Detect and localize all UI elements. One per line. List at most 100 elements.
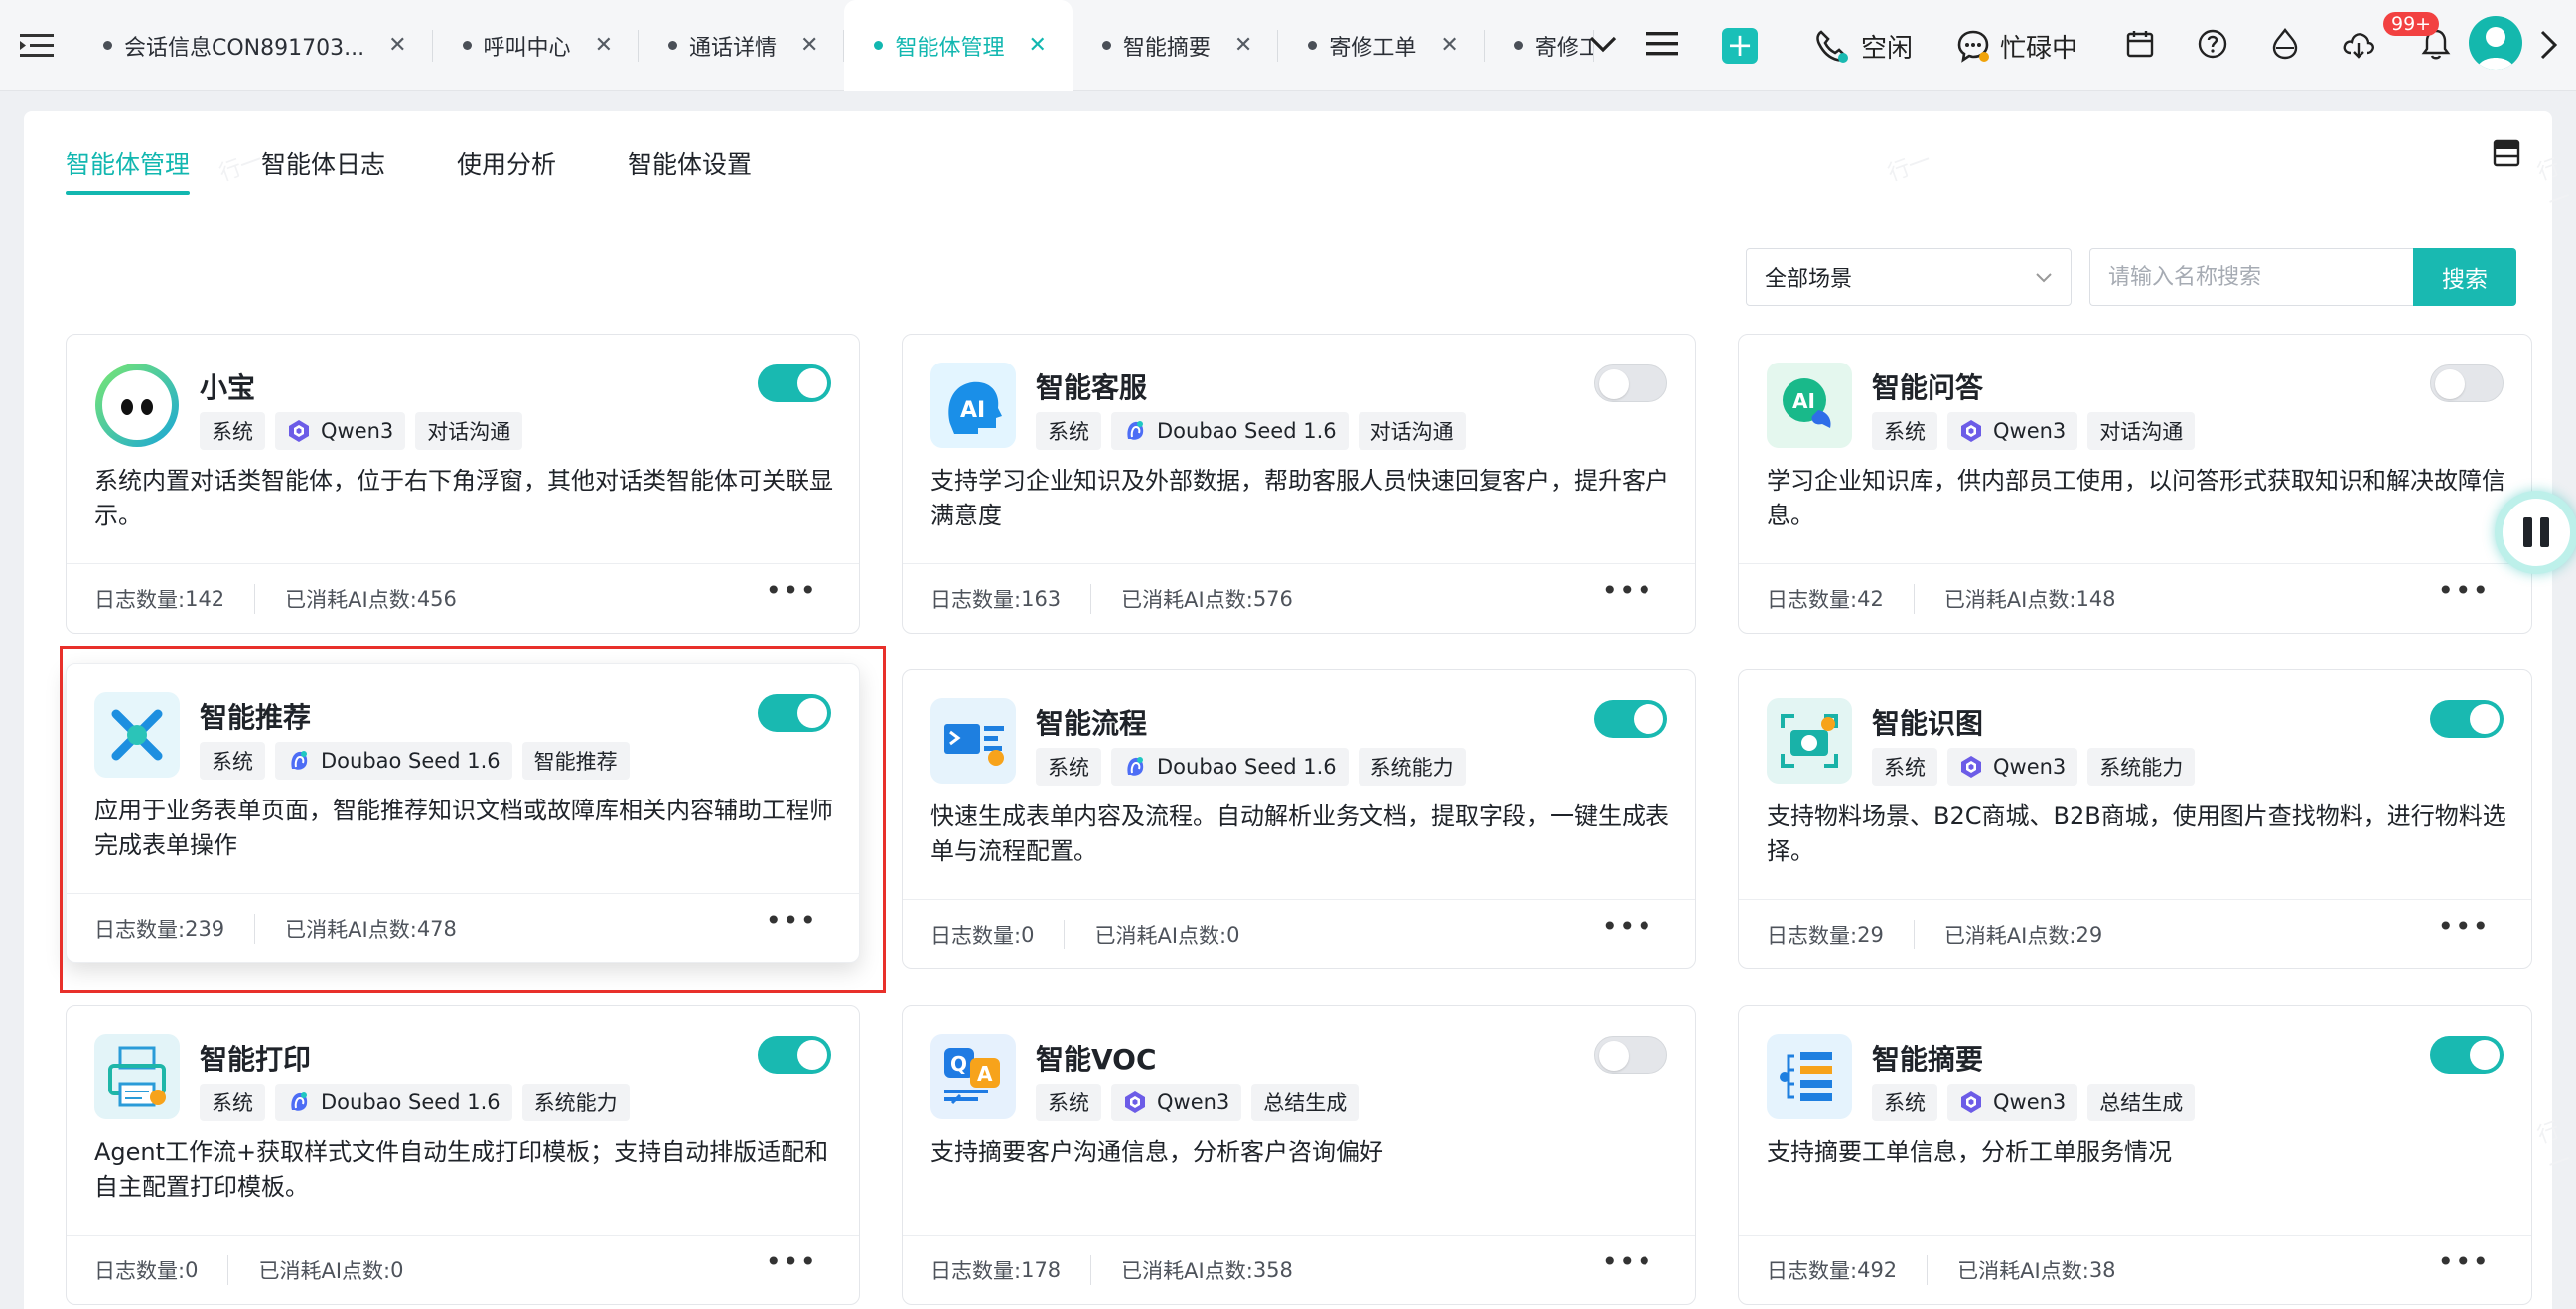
close-icon[interactable]: ✕ — [800, 33, 818, 58]
subtab-usage-analysis[interactable]: 使用分析 — [457, 145, 556, 195]
list-menu-icon[interactable] — [1646, 31, 1678, 61]
more-options-icon[interactable]: ••• — [2437, 910, 2490, 943]
log-count-label: 日志数量: — [1767, 587, 1858, 612]
tab-repair-order-2[interactable]: 寄修工 — [1485, 0, 1594, 91]
name-search-input[interactable] — [2089, 248, 2413, 306]
tag-category: 总结生成 — [2087, 1084, 2196, 1121]
log-count: 0 — [1021, 922, 1035, 946]
skin-theme-icon[interactable] — [2270, 28, 2300, 64]
more-options-icon[interactable]: ••• — [765, 1245, 817, 1278]
top-actions: + 空闲 忙碌中 — [1589, 0, 2451, 91]
enable-toggle[interactable] — [1594, 700, 1667, 738]
tab-conversation-info[interactable]: 会话信息CON891703... ✕ — [73, 0, 433, 91]
divider — [1064, 919, 1066, 949]
agent-card[interactable]: 智能打印 系统 Doubao Seed 1.6 系统能力 Agent工作流+获取样式文件… — [66, 1005, 860, 1305]
card-footer: 日志数量: 42 已消耗AI点数: 148 ••• — [1739, 563, 2531, 633]
close-icon[interactable]: ✕ — [1234, 33, 1252, 58]
tab-dot — [874, 41, 884, 50]
enable-toggle[interactable] — [758, 1036, 831, 1074]
points-label: 已消耗AI点数: — [285, 587, 417, 612]
agent-description: 学习企业知识库，供内部员工使用，以问答形式获取知识和解决故障信息。 — [1767, 467, 2505, 529]
expand-chevron-icon[interactable] — [2538, 28, 2560, 66]
qwen-model-icon — [1959, 1091, 1983, 1114]
tab-label: 呼叫中心 — [483, 35, 571, 61]
tab-repair-order[interactable]: 寄修工单 ✕ — [1278, 0, 1486, 91]
log-count: 178 — [1021, 1257, 1062, 1282]
log-count: 492 — [1857, 1257, 1898, 1282]
enable-toggle[interactable] — [2430, 364, 2504, 402]
scene-select-value: 全部场景 — [1765, 267, 1853, 292]
subtab-agent-settings[interactable]: 智能体设置 — [628, 145, 752, 195]
more-options-icon[interactable]: ••• — [1601, 910, 1653, 943]
agent-card[interactable]: 智能流程 系统 Doubao Seed 1.6 系统能力 快速生成表单内容及流程。自动解… — [902, 669, 1696, 969]
agent-card[interactable]: Q A 智能VOC 系统 Qwen3 总结生成 支持摘要客户沟通信息，分析客户咨询偏好 日志数… — [902, 1005, 1696, 1305]
busy-status-button[interactable]: 忙碌中 — [1956, 28, 2077, 65]
idle-label: 空闲 — [1861, 33, 1914, 64]
enable-toggle[interactable] — [1594, 364, 1667, 402]
enable-toggle[interactable] — [2430, 1036, 2504, 1074]
agent-description: 支持物料场景、B2C商城、B2B商城，使用图片查找物料，进行物料选择。 — [1767, 802, 2506, 865]
model-name: Qwen3 — [1993, 755, 2067, 779]
divider — [1090, 583, 1092, 614]
layout-switch-icon[interactable] — [2493, 139, 2520, 171]
phone-status-icon — [1816, 30, 1848, 63]
agent-tags: 系统 Qwen3 系统能力 — [1872, 748, 2205, 786]
tab-dot — [1308, 41, 1318, 50]
more-options-icon[interactable]: ••• — [2437, 1245, 2490, 1278]
agent-name: 智能流程 — [1036, 707, 1148, 740]
model-name: Qwen3 — [321, 419, 394, 443]
agent-card[interactable]: AI 智能客服 系统 Doubao Seed 1.6 对话沟通 支持学习企业知识及外部数据… — [902, 334, 1696, 634]
log-count-label: 日志数量: — [94, 587, 186, 612]
more-options-icon[interactable]: ••• — [2437, 574, 2490, 607]
enable-toggle[interactable] — [2430, 700, 2504, 738]
enable-toggle[interactable] — [1594, 1036, 1667, 1074]
tag-model: Doubao Seed 1.6 — [275, 1084, 512, 1121]
agent-description: Agent工作流+获取样式文件自动生成打印模板；支持自动排版适配和自主配置打印模… — [94, 1138, 829, 1201]
chevron-down-icon[interactable] — [1589, 35, 1617, 57]
enable-toggle[interactable] — [758, 364, 831, 402]
agent-description: 支持摘要客户沟通信息，分析客户咨询偏好 — [930, 1138, 1383, 1166]
points-label: 已消耗AI点数: — [258, 1258, 391, 1283]
log-count-label: 日志数量: — [1767, 1258, 1858, 1283]
close-icon[interactable]: ✕ — [388, 33, 406, 58]
idle-status-button[interactable]: 空闲 — [1813, 28, 1913, 65]
agent-description: 支持摘要工单信息，分析工单服务情况 — [1767, 1138, 2172, 1166]
calendar-icon[interactable] — [2125, 29, 2155, 63]
agent-card[interactable]: 智能摘要 系统 Qwen3 总结生成 支持摘要工单信息，分析工单服务情况 日志数量: 49… — [1738, 1005, 2532, 1305]
avatar[interactable] — [2469, 16, 2522, 70]
divider — [227, 1254, 229, 1285]
tab-smart-summary[interactable]: 智能摘要 ✕ — [1073, 0, 1279, 91]
floating-pause-button[interactable] — [2495, 491, 2576, 574]
divider — [1913, 919, 1915, 949]
more-options-icon[interactable]: ••• — [1601, 1245, 1653, 1278]
divider — [1913, 583, 1915, 614]
menu-collapse-icon[interactable] — [0, 0, 73, 91]
agent-description: 支持学习企业知识及外部数据，帮助客服人员快速回复客户，提升客户满意度 — [930, 467, 1669, 529]
add-button[interactable]: + — [1722, 28, 1758, 64]
agent-card[interactable]: 小宝 系统 Qwen3 对话沟通 系统内置对话类智能体，位于右下角浮窗，其他对话类智能体… — [66, 334, 860, 634]
agent-name: 智能摘要 — [1872, 1043, 1984, 1076]
log-count: 142 — [185, 586, 225, 611]
close-icon[interactable]: ✕ — [1440, 33, 1458, 58]
tab-label: 智能体管理 — [895, 35, 1005, 61]
agent-card[interactable]: 智能识图 系统 Qwen3 系统能力 支持物料场景、B2C商城、B2B商城，使用图片查找… — [1738, 669, 2532, 969]
search-button[interactable]: 搜索 — [2413, 248, 2516, 306]
close-icon[interactable]: ✕ — [595, 33, 613, 58]
tag-category: 对话沟通 — [415, 412, 523, 450]
subtab-agent-management[interactable]: 智能体管理 — [66, 145, 191, 195]
tab-call-detail[interactable]: 通话详情 ✕ — [639, 0, 845, 91]
help-icon[interactable] — [2197, 28, 2228, 64]
points-label: 已消耗AI点数: — [1121, 1258, 1253, 1283]
more-options-icon[interactable]: ••• — [765, 574, 817, 607]
log-count: 42 — [1857, 586, 1884, 611]
agent-card[interactable]: AI 智能问答 系统 Qwen3 对话沟通 学习企业知识库，供内部员工使用，以问答形式获取… — [1738, 334, 2532, 634]
tab-dot — [462, 41, 472, 50]
close-icon[interactable]: ✕ — [1028, 33, 1046, 58]
cloud-download-icon[interactable] — [2342, 29, 2375, 63]
subtab-agent-log[interactable]: 智能体日志 — [261, 145, 385, 195]
scene-select[interactable]: 全部场景 — [1746, 248, 2072, 306]
more-options-icon[interactable]: ••• — [1601, 574, 1653, 607]
tab-agent-management[interactable]: 智能体管理 ✕ — [844, 0, 1073, 91]
tab-call-center[interactable]: 呼叫中心 ✕ — [433, 0, 640, 91]
divider — [1090, 1254, 1092, 1285]
